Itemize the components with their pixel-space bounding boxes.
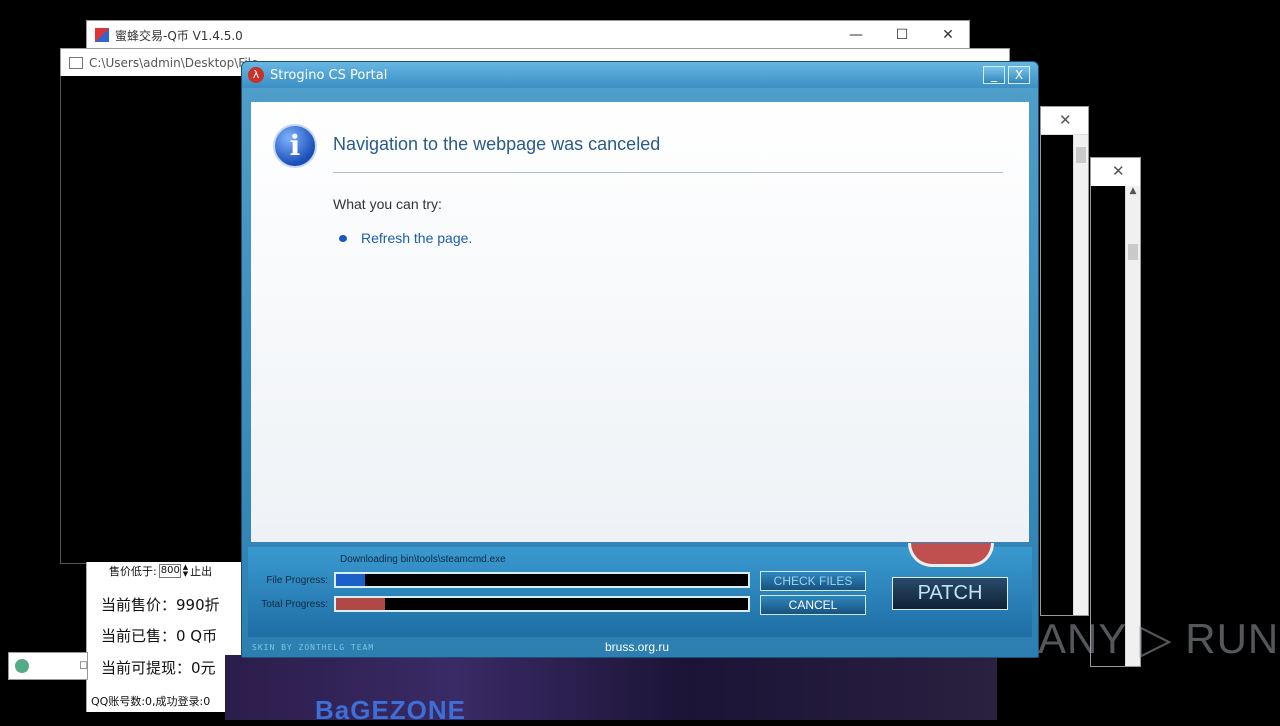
current-price: 当前售价：990折 — [101, 596, 220, 614]
total-progress-label: Total Progress: — [261, 599, 328, 610]
bg-window-right-2: ✕ ▲ — [1090, 157, 1141, 667]
cancel-button[interactable]: CANCEL — [760, 595, 866, 615]
nav-error-title: Navigation to the webpage was canceled — [333, 134, 661, 154]
patch-emblem — [908, 543, 994, 567]
download-status: Downloading bin\tools\steamcmd.exe — [340, 554, 506, 565]
refresh-link[interactable]: Refresh the page. — [361, 230, 472, 246]
game-logo: BaGEZONE — [315, 695, 467, 725]
portal-titlebar: λ Strogino CS Portal — [242, 62, 1038, 88]
file-progress-bar — [334, 572, 750, 588]
updater-panel: Downloading bin\tools\steamcmd.exe File … — [248, 543, 1032, 637]
half-life-icon: λ — [248, 67, 264, 83]
stop-label: 止出 — [190, 565, 213, 578]
file-progress-fill — [336, 574, 365, 586]
browser-pane: i Navigation to the webpage was canceled… — [251, 102, 1029, 542]
try-label: What you can try: — [333, 196, 442, 212]
withdraw-amount: 当前可提现：0元 — [101, 659, 216, 677]
site-link[interactable]: bruss.org.ru — [605, 640, 669, 654]
total-progress-bar — [334, 596, 750, 612]
window-title: 蜜蜂交易-Q币 V1.4.5.0 — [115, 28, 243, 43]
portal-title: Strogino CS Portal — [270, 67, 388, 83]
sold-amount: 当前已售：0 Q币 — [101, 627, 218, 645]
info-icon: i — [273, 124, 317, 168]
minimize-button[interactable]: — — [833, 21, 879, 49]
mini-window[interactable]: ◻ — [8, 652, 88, 680]
portal-window: λ Strogino CS Portal _ X i Navigation to… — [241, 61, 1039, 658]
bee-trade-panel: 售价低于: 800 ▲ ▼ 止出 当前售价：990折 当前已售：0 Q币 当前可提… — [86, 562, 246, 712]
game-banner: BaGEZONE — [225, 655, 997, 725]
total-progress-fill — [336, 598, 386, 610]
close-button[interactable]: ✕ — [925, 21, 971, 49]
window-icon — [69, 57, 83, 69]
check-files-button[interactable]: CHECK FILES — [760, 571, 866, 591]
restore-icon[interactable]: ◻ — [79, 658, 88, 671]
minimize-button[interactable]: _ — [983, 66, 1005, 84]
close-icon[interactable]: ✕ — [1112, 162, 1125, 180]
bullet-icon — [339, 235, 347, 242]
app-icon — [15, 659, 29, 673]
price-low-input[interactable]: 800 — [158, 564, 181, 578]
close-icon[interactable]: ✕ — [1059, 111, 1072, 129]
app-icon — [95, 28, 109, 42]
skin-credit: SKIN BY ZONTHELG TEAM — [252, 643, 375, 652]
file-progress-label: File Progress: — [266, 575, 328, 586]
close-button[interactable]: X — [1008, 66, 1030, 84]
scrollbar[interactable] — [1073, 135, 1088, 615]
patch-button[interactable]: PATCH — [892, 577, 1008, 610]
bg-window-right-1: ✕ — [1040, 106, 1089, 616]
spinner[interactable]: ▲ ▼ — [183, 564, 188, 578]
anyrun-watermark: ANY ▷ RUN — [1038, 615, 1280, 662]
maximize-button[interactable]: ☐ — [879, 21, 925, 49]
price-low-label: 售价低于: — [109, 565, 157, 578]
scrollbar[interactable]: ▲ — [1125, 186, 1140, 666]
bg-window-bee-trade: 蜜蜂交易-Q币 V1.4.5.0 — ☐ ✕ — [86, 20, 971, 49]
console-area — [60, 76, 242, 564]
status-line: QQ账号数:0,成功登录:0 — [91, 695, 211, 708]
divider — [333, 172, 1003, 173]
window-title: C:\Users\admin\Desktop\File — [89, 56, 259, 70]
